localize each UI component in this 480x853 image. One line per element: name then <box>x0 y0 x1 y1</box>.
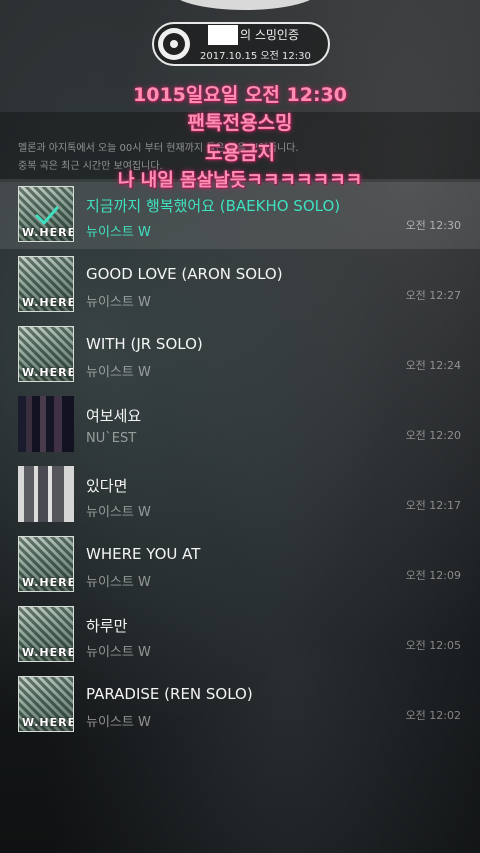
track-play-time: 오전 12:30 <box>405 219 461 232</box>
track-title: PARADISE (REN SOLO) <box>86 685 253 703</box>
track-title: 있다면 <box>86 477 128 495</box>
track-title: 여보세요 <box>86 407 142 425</box>
record-disc-icon <box>158 28 190 60</box>
album-art: W.HERE <box>18 606 74 662</box>
overlay-comment-text: 나 내일 몸살날듯ㅋㅋㅋㅋㅋㅋㅋ <box>117 170 363 191</box>
cert-title: 의 스밍인증 <box>240 28 300 42</box>
track-artist: 뉴이스트 W <box>86 365 151 380</box>
album-art: W.HERE <box>18 326 74 382</box>
track-artist: 뉴이스트 W <box>86 225 151 240</box>
track-row[interactable]: W.HERE WHERE YOU AT 뉴이스트 W 오전 12:09 <box>0 529 480 599</box>
streaming-proof-screen: 의 스밍인증 2017.10.15 오전 12:30 멜론과 아지톡에서 오늘 … <box>0 0 480 853</box>
track-artist: 뉴이스트 W <box>86 505 151 520</box>
track-title: WHERE YOU AT <box>86 545 201 563</box>
overlay-no-copy-text: 도용금지 <box>205 142 275 164</box>
streaming-cert-badge: 의 스밍인증 2017.10.15 오전 12:30 <box>152 22 330 66</box>
overlay-date-text: 1015일요일 오전 12:30 <box>133 84 347 106</box>
track-artist: 뉴이스트 W <box>86 715 151 730</box>
album-art: W.HERE <box>18 536 74 592</box>
track-play-time: 오전 12:05 <box>405 639 461 652</box>
track-row[interactable]: W.HERE 하루만뉴이스트 W 오전 12:05 <box>0 599 480 669</box>
track-title: WITH (JR SOLO) <box>86 335 203 353</box>
track-row[interactable]: W.HERE WITH (JR SOLO) 뉴이스트 W 오전 12:24 <box>0 319 480 389</box>
track-title: 지금까지 행복했어요 (BAEKHO SOLO) <box>86 197 341 215</box>
album-art: W.HERE <box>18 256 74 312</box>
track-artist: 뉴이스트 W <box>86 645 151 660</box>
album-art <box>18 466 74 522</box>
track-artist: 뉴이스트 W <box>86 295 151 310</box>
track-row[interactable]: 여보세요 NU`EST 오전 12:20 <box>0 389 480 459</box>
album-art-watermark: W.HERE <box>22 366 74 379</box>
album-art <box>18 396 74 452</box>
album-art-watermark: W.HERE <box>22 716 74 729</box>
censored-username <box>208 25 238 45</box>
track-artist: 뉴이스트 W <box>86 575 151 590</box>
track-play-time: 오전 12:09 <box>405 569 461 582</box>
track-play-time: 오전 12:20 <box>405 429 461 442</box>
cert-datetime: 2017.10.15 오전 12:30 <box>200 51 311 62</box>
track-title: 하루만 <box>86 617 128 635</box>
album-art-watermark: W.HERE <box>22 296 74 309</box>
track-play-time: 오전 12:27 <box>405 289 461 302</box>
track-artist: NU`EST <box>86 431 137 446</box>
album-art: W.HERE <box>18 676 74 732</box>
track-play-time: 오전 12:02 <box>405 709 461 722</box>
album-art-watermark: W.HERE <box>22 576 74 589</box>
track-row[interactable]: 있다면뉴이스트 W 오전 12:17 <box>0 459 480 529</box>
track-title: GOOD LOVE (ARON SOLO) <box>86 265 283 283</box>
top-arc-decoration <box>170 0 320 10</box>
track-play-time: 오전 12:24 <box>405 359 461 372</box>
track-play-time: 오전 12:17 <box>405 499 461 512</box>
album-art: W.HERE <box>18 186 74 242</box>
checkmark-icon <box>35 206 59 225</box>
track-row[interactable]: W.HERE PARADISE (REN SOLO) 뉴이스트 W 오전 12:02 <box>0 669 480 739</box>
track-row[interactable]: W.HERE GOOD LOVE (ARON SOLO) 뉴이스트 W 오전 12:2… <box>0 249 480 319</box>
album-art-watermark: W.HERE <box>22 646 74 659</box>
overlay-fantalk-text: 팬톡전용스밍 <box>187 112 293 134</box>
